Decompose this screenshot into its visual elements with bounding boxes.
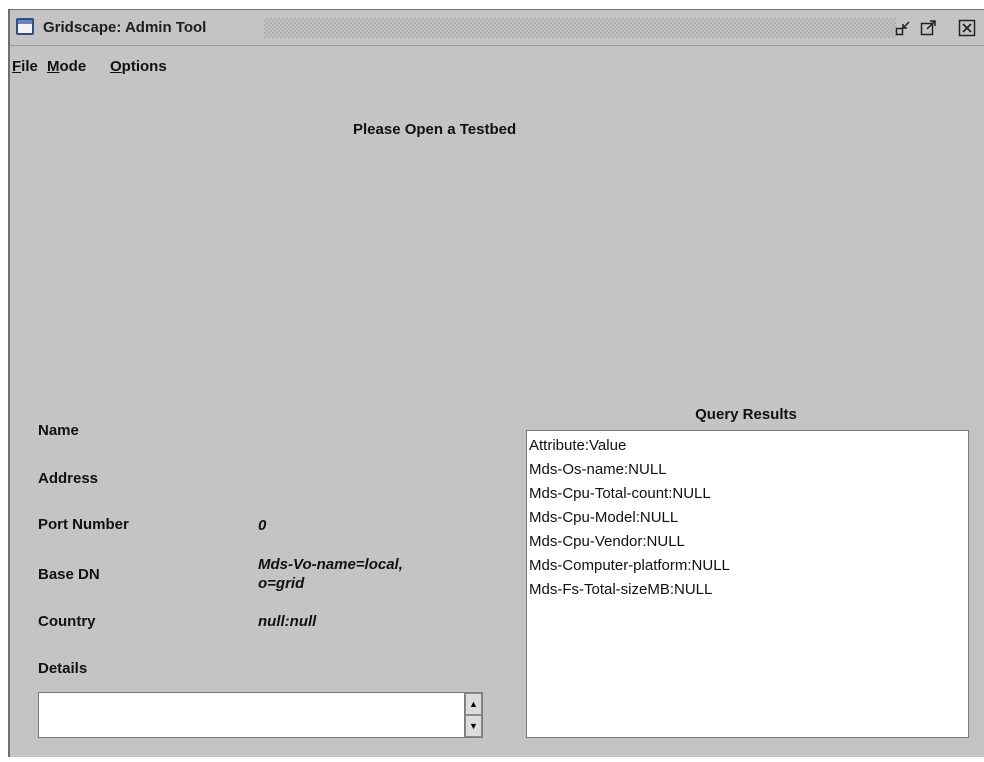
menu-mode-label: ode bbox=[59, 58, 87, 75]
port-value: 0 bbox=[258, 517, 267, 534]
country-label: Country bbox=[38, 613, 96, 630]
details-label: Details bbox=[38, 660, 88, 677]
query-result-line: Mds-Computer-platform:NULL bbox=[529, 557, 730, 574]
query-result-line: Attribute:Value bbox=[529, 437, 627, 454]
basedn-label: Base DN bbox=[38, 566, 100, 583]
menu-mode[interactable]: Mode bbox=[47, 58, 86, 75]
basedn-value: Mds-Vo-name=local, o=grid bbox=[258, 555, 403, 593]
query-result-line: Mds-Fs-Total-sizeMB:NULL bbox=[529, 581, 713, 598]
address-label: Address bbox=[38, 470, 99, 487]
query-results-list[interactable]: Attribute:Value Mds-Os-name:NULL Mds-Cpu… bbox=[526, 430, 969, 738]
details-text bbox=[39, 693, 482, 701]
basedn-value-line2: o=grid bbox=[258, 575, 305, 592]
menu-options-label: ptions bbox=[121, 58, 167, 75]
query-result-line: Mds-Os-name:NULL bbox=[529, 461, 667, 478]
close-icon[interactable] bbox=[958, 19, 976, 37]
admin-tool-window: Gridscape: Admin Tool File Mode Options … bbox=[8, 9, 984, 757]
menu-options-mnemonic: O bbox=[110, 58, 122, 75]
menu-file[interactable]: File bbox=[12, 58, 38, 75]
details-scrollbar[interactable]: ▲ ▼ bbox=[464, 693, 482, 737]
query-result-line: Mds-Cpu-Vendor:NULL bbox=[529, 533, 685, 550]
status-banner: Please Open a Testbed bbox=[353, 121, 517, 138]
scroll-up-icon[interactable]: ▲ bbox=[465, 693, 482, 715]
port-label: Port Number bbox=[38, 516, 129, 533]
query-results-title: Query Results bbox=[695, 406, 797, 423]
minimize-icon[interactable] bbox=[895, 19, 913, 37]
query-result-line: Mds-Cpu-Total-count:NULL bbox=[529, 485, 711, 502]
details-text-area[interactable]: ▲ ▼ bbox=[38, 692, 483, 738]
country-value: null:null bbox=[258, 613, 317, 630]
menu-options[interactable]: Options bbox=[110, 58, 167, 75]
query-result-line: Mds-Cpu-Model:NULL bbox=[529, 509, 679, 526]
window-title: Gridscape: Admin Tool bbox=[43, 19, 207, 36]
menu-file-mnemonic: F bbox=[12, 58, 22, 75]
name-label: Name bbox=[38, 422, 79, 439]
basedn-value-line1: Mds-Vo-name=local, bbox=[258, 556, 403, 573]
menu-file-label: ile bbox=[21, 58, 38, 75]
title-bar-grip bbox=[264, 18, 896, 38]
title-bar[interactable]: Gridscape: Admin Tool bbox=[10, 10, 984, 46]
window-icon[interactable] bbox=[16, 18, 34, 35]
menu-mode-mnemonic: M bbox=[47, 58, 60, 75]
scroll-down-icon[interactable]: ▼ bbox=[465, 715, 482, 737]
maximize-icon[interactable] bbox=[920, 19, 938, 37]
